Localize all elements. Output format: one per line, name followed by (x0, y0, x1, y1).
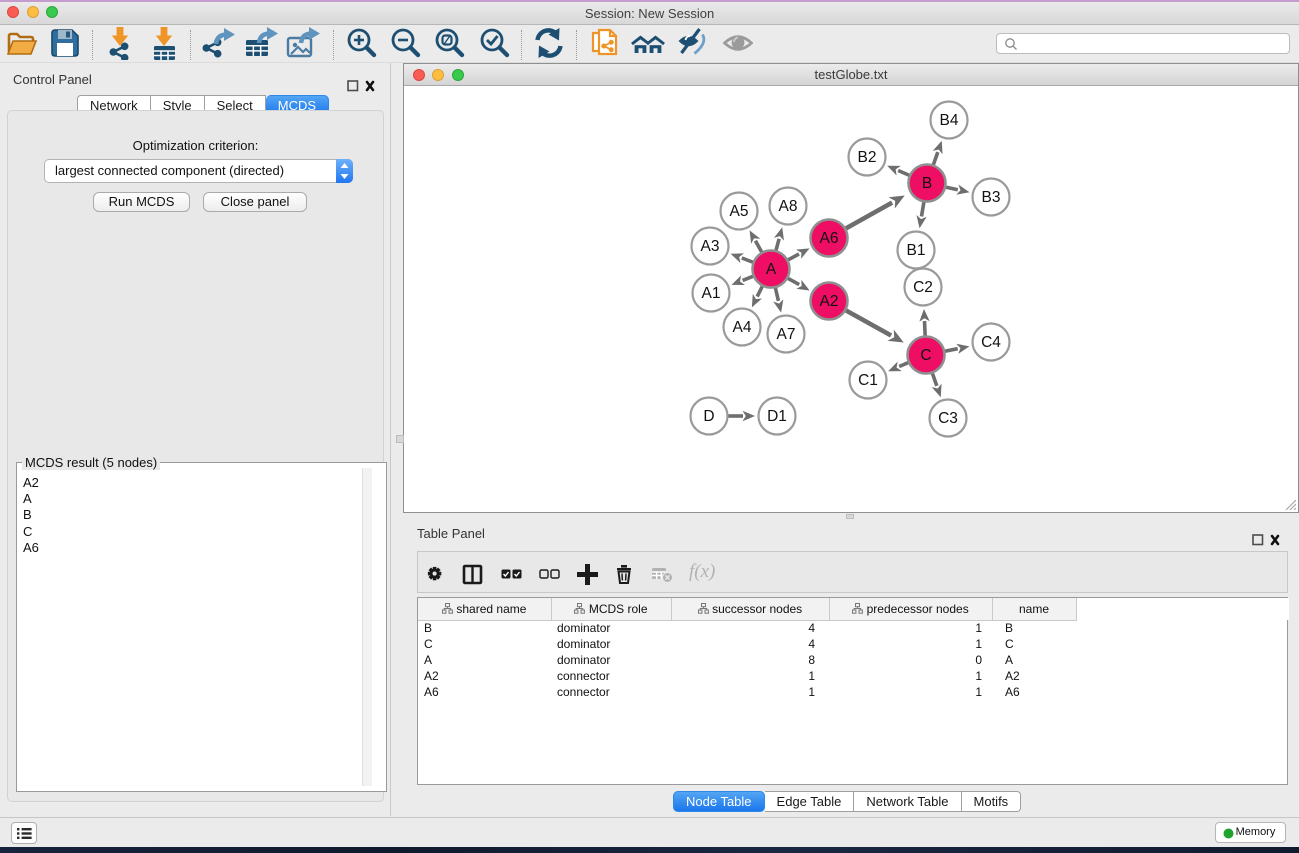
svg-text:A5: A5 (730, 203, 749, 220)
svg-text:C2: C2 (913, 279, 933, 296)
svg-text:A3: A3 (701, 238, 720, 255)
svg-text:C1: C1 (858, 372, 878, 389)
svg-text:A7: A7 (777, 326, 796, 343)
svg-text:A8: A8 (779, 198, 798, 215)
svg-text:B4: B4 (940, 112, 959, 129)
svg-text:A2: A2 (820, 293, 839, 310)
svg-text:A: A (766, 261, 777, 278)
svg-text:A6: A6 (820, 230, 839, 247)
svg-text:A1: A1 (702, 285, 721, 302)
svg-text:A4: A4 (733, 319, 752, 336)
svg-text:C: C (920, 347, 931, 364)
svg-text:B1: B1 (907, 242, 926, 259)
svg-text:B: B (922, 175, 932, 192)
svg-text:B2: B2 (858, 149, 877, 166)
svg-text:D: D (703, 408, 714, 425)
svg-text:B3: B3 (982, 189, 1001, 206)
svg-text:D1: D1 (767, 408, 787, 425)
svg-text:C4: C4 (981, 334, 1001, 351)
svg-text:C3: C3 (938, 410, 958, 427)
